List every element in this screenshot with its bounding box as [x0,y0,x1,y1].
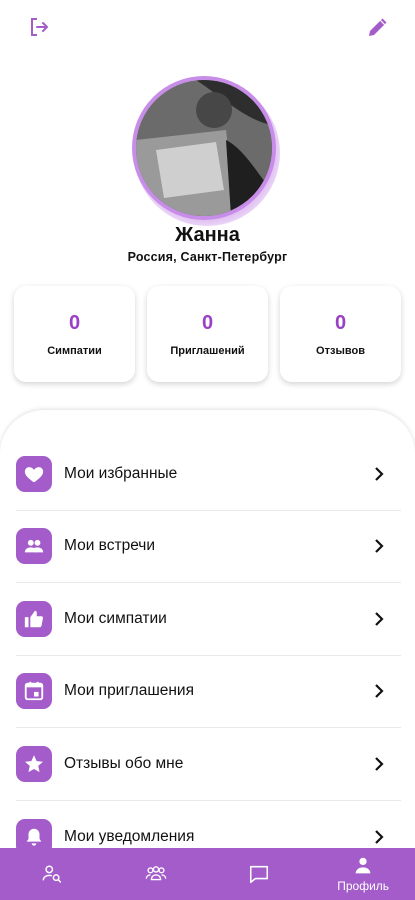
profile-location: Россия, Санкт-Петербург [127,250,288,264]
menu-item-label: Мои приглашения [64,682,194,700]
bottom-nav: Профиль [0,848,415,900]
stat-card-reviews[interactable]: 0 Отзывов [280,286,401,382]
menu-item-meetings[interactable]: Мои встречи [16,511,401,583]
people-icon [16,528,52,565]
stats-row: 0 Симпатии 0 Приглашений 0 Отзывов [14,286,401,382]
menu-item-invitations[interactable]: Мои приглашения [16,656,401,728]
chevron-right-icon [373,538,385,554]
chat-icon [250,865,269,884]
star-icon [16,745,52,782]
stat-card-invitations[interactable]: 0 Приглашений [147,286,268,382]
group-icon [145,866,166,881]
stat-value: 0 [201,311,214,334]
stat-card-likes[interactable]: 0 Симпатии [14,286,135,382]
search-user-icon [42,865,62,883]
stat-label: Отзывов [316,344,365,357]
chevron-right-icon [373,683,385,699]
chevron-right-icon [373,611,385,627]
menu-item-likes[interactable]: Мои симпатии [16,583,401,656]
stat-value: 0 [68,311,81,334]
menu-item-label: Отзывы обо мне [64,754,184,772]
menu-item-label: Мои уведомления [64,827,195,845]
nav-profile-label: Профиль [337,879,390,893]
stat-label: Приглашений [170,344,245,357]
profile-name: Жанна [175,224,240,246]
nav-chat[interactable] [224,848,294,900]
stat-value: 0 [334,311,347,334]
menu-item-label: Мои избранные [64,464,178,482]
chevron-right-icon [373,829,385,845]
menu-item-label: Мои встречи [64,537,156,555]
logout-icon [31,18,48,36]
menu-item-label: Мои симпатии [64,609,167,627]
pencil-icon [369,18,387,36]
menu-panel: Мои избранные Мои встречи Мои симпатии М… [0,410,415,855]
avatar[interactable] [136,80,272,216]
stat-label: Симпатии [47,344,102,357]
menu-item-reviews[interactable]: Отзывы обо мне [16,728,401,801]
nav-profile[interactable]: Профиль [328,848,398,900]
nav-search-users[interactable] [17,848,87,900]
nav-group[interactable] [121,848,191,900]
calendar-icon [16,673,52,710]
chevron-right-icon [373,466,385,482]
profile-icon [355,857,371,874]
avatar-photo [136,80,272,216]
chevron-right-icon [373,756,385,772]
thumbs-up-icon [16,600,52,637]
heart-icon [16,455,52,492]
edit-profile-button[interactable] [365,14,391,40]
logout-button[interactable] [26,14,52,40]
menu-item-favorites[interactable]: Мои избранные [16,438,401,511]
